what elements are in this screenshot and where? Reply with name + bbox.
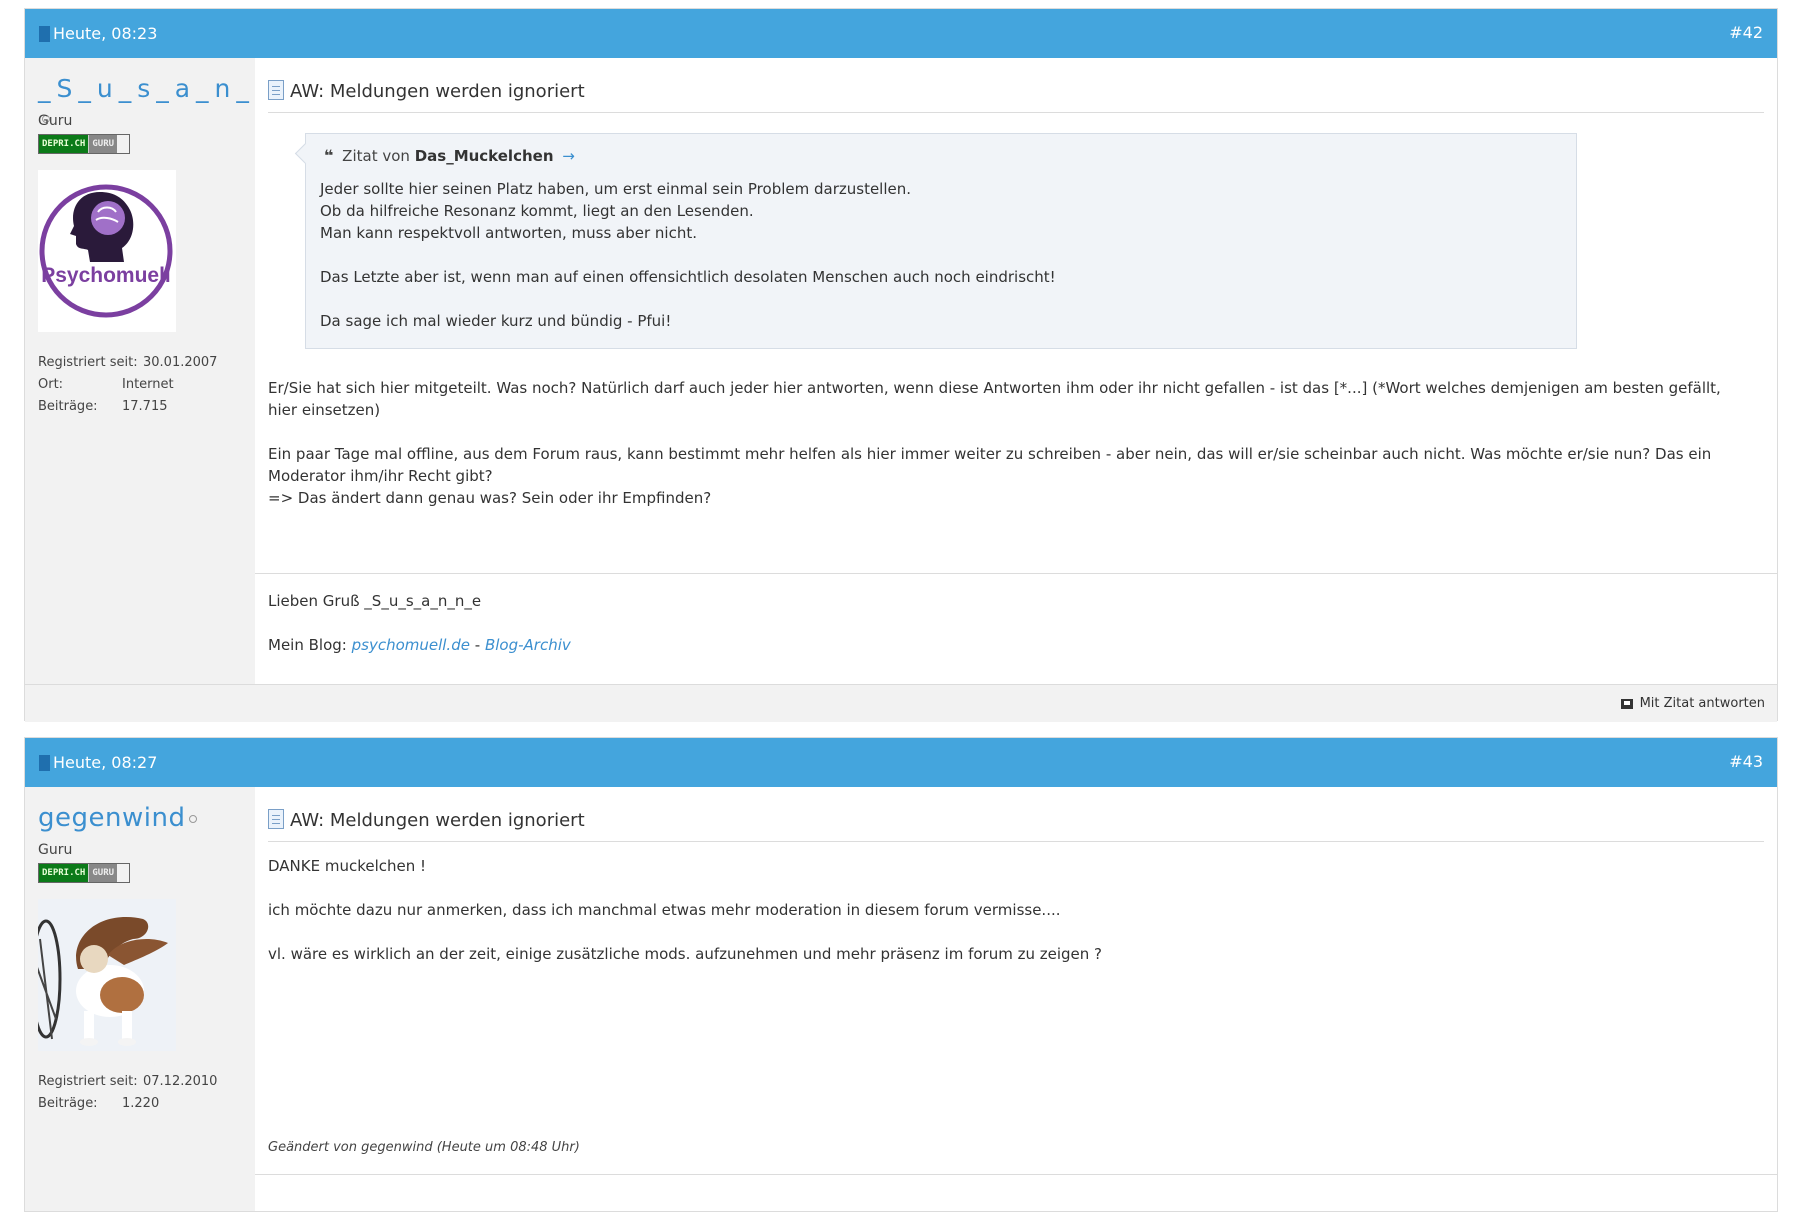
user-title: Guru: [38, 113, 73, 129]
quote-header: ❝ Zitat von Das_Muckelchen →: [324, 146, 575, 165]
quote-line: Man kann respektvoll antworten, muss abe…: [320, 224, 697, 242]
stat-label: Ort:: [38, 377, 64, 392]
go-to-post-icon[interactable]: →: [562, 147, 575, 165]
post-date: Heute, 08:27: [39, 753, 157, 772]
post-header: Heute, 08:23 #42: [25, 9, 1777, 58]
post-date-text: Heute, 08:27: [53, 753, 158, 772]
avatar[interactable]: Psychomuell: [38, 170, 176, 332]
stat-value: 1.220: [122, 1096, 160, 1111]
avatar[interactable]: [30, 899, 176, 1051]
stat-posts: Beiträge: 17.715: [38, 396, 217, 418]
stat-label: Beiträge:: [38, 399, 98, 414]
username-text: gegenwind: [38, 803, 186, 833]
message-line: => Das ändert dann genau was? Sein oder …: [268, 489, 712, 507]
post-number-link[interactable]: #43: [1729, 752, 1763, 771]
post-title-row: AW: Meldungen werden ignoriert: [268, 80, 1764, 113]
post-footer: Mit Zitat antworten: [25, 684, 1777, 722]
message-line: Ein paar Tage mal offline, aus dem Forum…: [268, 445, 1712, 485]
stat-value: 30.01.2007: [143, 355, 218, 370]
avatar-text: Psychomuell: [41, 264, 171, 287]
blog-separator: -: [474, 636, 481, 654]
stat-label: Beiträge:: [38, 1096, 98, 1111]
blog-link[interactable]: psychomuell.de: [352, 636, 470, 654]
edited-note: Geändert von gegenwind (Heute um 08:48 U…: [268, 1140, 580, 1155]
post-title-row: AW: Meldungen werden ignoriert: [268, 809, 1764, 842]
document-icon: [268, 80, 284, 100]
quote-line: Jeder sollte hier seinen Platz haben, um…: [320, 180, 912, 198]
rank-badge-site: DEPRI.CH: [39, 135, 90, 153]
message-line: vl. wäre es wirklich an der zeit, einige…: [268, 945, 1102, 963]
quote-line-gap: [320, 288, 1056, 310]
message-gap: [268, 421, 1737, 443]
quote-author: Das_Muckelchen: [414, 147, 554, 165]
user-stats: Registriert seit: 07.12.2010 Beiträge: 1…: [38, 1071, 217, 1115]
message-line: Er/Sie hat sich hier mitgeteilt. Was noc…: [268, 379, 1721, 419]
post-title: AW: Meldungen werden ignoriert: [290, 81, 585, 102]
stat-registered: Registriert seit: 07.12.2010: [38, 1071, 217, 1093]
blog-archive-link[interactable]: Blog-Archiv: [485, 636, 571, 654]
post-number-link[interactable]: #42: [1729, 23, 1763, 42]
stat-value: Internet: [122, 377, 174, 392]
quote-line: Das Letzte aber ist, wenn man auf einen …: [320, 268, 1056, 286]
document-icon: [268, 809, 284, 829]
quote-line: Ob da hilfreiche Resonanz kommt, liegt a…: [320, 202, 754, 220]
post-date: Heute, 08:23: [39, 24, 157, 43]
post-43: Heute, 08:27 #43 gegenwind Guru DEPRI.CH…: [24, 737, 1778, 1212]
stat-location: Ort: Internet: [38, 374, 217, 396]
user-info: _S_u_s_a_n_n_e_ Guru DEPRI.CH GURU Psych…: [25, 58, 329, 720]
quote-mark-icon: ❝: [324, 146, 334, 165]
rank-badge-rank: GURU: [89, 135, 118, 153]
post-message: DANKE muckelchen ! ich möchte dazu nur a…: [268, 855, 1737, 965]
stat-registered: Registriert seit: 30.01.2007: [38, 352, 217, 374]
quote-text: Jeder sollte hier seinen Platz haben, um…: [320, 178, 1056, 332]
message-gap: [268, 921, 1737, 943]
post-42: Heute, 08:23 #42 _S_u_s_a_n_n_e_ Guru DE…: [24, 8, 1778, 722]
stat-value: 07.12.2010: [143, 1074, 218, 1089]
blog-label: Mein Blog:: [268, 636, 347, 654]
quote-line-gap: [320, 244, 1056, 266]
signature-blog: Mein Blog: psychomuell.de - Blog-Archiv: [268, 636, 571, 654]
signature-greeting: Lieben Gruß _S_u_s_a_n_n_e: [268, 592, 482, 610]
signature: Lieben Gruß _S_u_s_a_n_n_e Mein Blog: ps…: [255, 573, 1777, 654]
reply-with-quote-label: Mit Zitat antworten: [1639, 696, 1765, 711]
message-gap: [268, 877, 1737, 899]
rank-badge: DEPRI.CH GURU: [38, 863, 130, 883]
post-status-icon: [39, 25, 50, 42]
post-header: Heute, 08:27 #43: [25, 738, 1777, 787]
quote-reply-icon: [1620, 698, 1633, 709]
rank-badge-rank: GURU: [89, 864, 118, 882]
stat-posts: Beiträge: 1.220: [38, 1093, 217, 1115]
signature-divider: [255, 1174, 1777, 1175]
quote-block: ❝ Zitat von Das_Muckelchen → Jeder sollt…: [294, 133, 1577, 349]
post-date-text: Heute, 08:23: [53, 24, 158, 43]
post-status-icon: [39, 754, 50, 771]
post-body: AW: Meldungen werden ignoriert ❝ Zitat v…: [255, 58, 1777, 684]
message-line: ich möchte dazu nur anmerken, dass ich m…: [268, 901, 1061, 919]
message-line: DANKE muckelchen !: [268, 857, 427, 875]
forum-thread: Heute, 08:23 #42 _S_u_s_a_n_n_e_ Guru DE…: [0, 0, 1800, 1212]
rank-badge: DEPRI.CH GURU: [38, 134, 130, 154]
stat-label: Registriert seit:: [38, 355, 138, 370]
quote-prefix: Zitat von: [342, 147, 410, 165]
username-link[interactable]: gegenwind: [38, 803, 198, 833]
offline-status-icon: [189, 814, 198, 823]
stat-label: Registriert seit:: [38, 1074, 138, 1089]
quote-line: Da sage ich mal wieder kurz und bündig -…: [320, 312, 672, 330]
quote-arrow: [294, 142, 317, 165]
post-body: AW: Meldungen werden ignoriert DANKE muc…: [255, 787, 1777, 1211]
post-message: Er/Sie hat sich hier mitgeteilt. Was noc…: [268, 377, 1737, 509]
user-stats: Registriert seit: 30.01.2007 Ort: Intern…: [38, 352, 217, 418]
user-info: gegenwind Guru DEPRI.CH GURU Registriert…: [25, 787, 255, 1211]
rank-badge-site: DEPRI.CH: [39, 864, 90, 882]
stat-value: 17.715: [122, 399, 168, 414]
user-title: Guru: [38, 842, 73, 858]
psychomuell-logo-icon: Psychomuell: [39, 184, 173, 318]
post-title: AW: Meldungen werden ignoriert: [290, 810, 585, 831]
dog-avatar-icon: [30, 899, 176, 1051]
reply-with-quote-button[interactable]: Mit Zitat antworten: [1620, 696, 1765, 711]
